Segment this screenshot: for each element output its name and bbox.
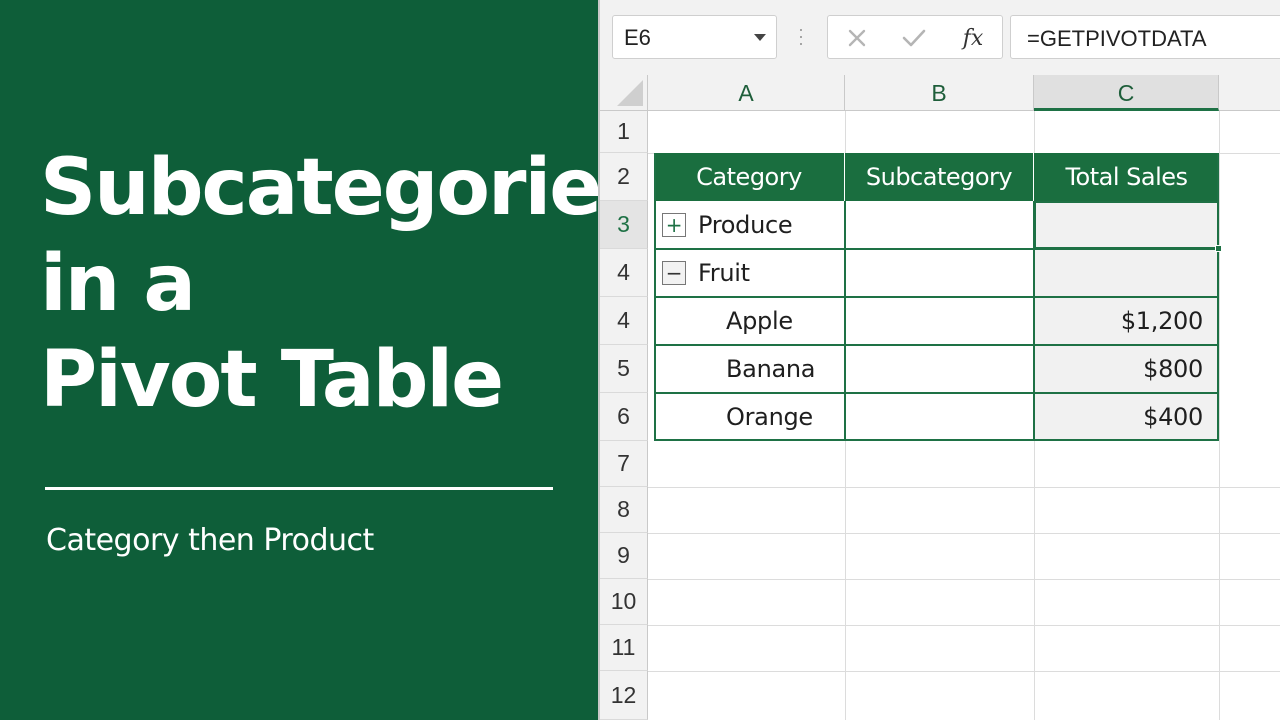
row-header[interactable]: 8 [600,487,648,533]
pivot-subcategory-cell[interactable] [845,297,1034,345]
more-vertical-icon: · · · [798,19,804,53]
column-header-c[interactable]: C [1034,75,1219,111]
headline-line-3: Pivot Table [40,335,504,425]
pivot-row-label[interactable]: Apple [654,297,845,345]
name-box[interactable]: E6 [612,15,777,59]
check-icon[interactable] [889,16,939,60]
row-header[interactable]: 12 [600,671,648,720]
pivot-border [654,296,1219,298]
pivot-border [654,344,1219,346]
column-header-a[interactable]: A [648,75,845,111]
pivot-total-cell[interactable] [1034,249,1219,297]
row-header[interactable]: 1 [600,111,648,153]
fill-handle[interactable] [1215,245,1222,252]
row-header[interactable]: 2 [600,153,648,201]
pivot-header-total-sales[interactable]: Total Sales [1034,153,1219,201]
row-header[interactable]: 7 [600,441,648,487]
row-header[interactable]: 6 [600,393,648,441]
pivot-row-label[interactable]: Banana [654,345,845,393]
pivot-row-label[interactable]: + Produce [654,201,845,249]
gridline [648,533,1280,534]
pivot-row-label-text: Fruit [698,259,750,287]
gridline [648,671,1280,672]
fx-icon[interactable]: fx [948,16,998,60]
select-all-corner[interactable] [600,75,648,111]
pivot-total-cell[interactable]: $400 [1034,393,1219,441]
pivot-border [654,439,1219,441]
pivot-border [844,201,846,441]
column-header-d[interactable] [1219,75,1280,111]
row-header[interactable]: 9 [600,533,648,579]
headline-line-2: in a [40,239,196,329]
gridline [648,579,1280,580]
title-panel: Subcategories in a Pivot Table Category … [0,0,647,720]
worksheet-grid[interactable]: A B C 1 2 3 4 4 5 6 7 8 9 10 11 12 Categ… [600,75,1280,720]
active-cell-selection[interactable] [1034,201,1222,252]
close-icon[interactable] [832,16,882,60]
gridline [648,625,1280,626]
row-header-active[interactable]: 3 [600,201,648,249]
spreadsheet: E6 · · · fx =GETPIVOTDATA A B C 1 2 3 4 4 … [598,0,1280,720]
collapse-icon[interactable]: − [662,261,686,285]
pivot-row-label-text: Produce [698,211,793,239]
expand-icon[interactable]: + [662,213,686,237]
gridline [648,487,1280,488]
pivot-total-cell[interactable]: $800 [1034,345,1219,393]
pivot-subcategory-cell[interactable] [845,393,1034,441]
gridline [1219,111,1220,720]
row-header[interactable]: 11 [600,625,648,671]
pivot-subcategory-cell[interactable] [845,249,1034,297]
pivot-subcategory-cell[interactable] [845,345,1034,393]
headline: Subcategories in a Pivot Table [40,140,647,428]
column-header-b[interactable]: B [845,75,1034,111]
formula-bar: E6 · · · fx =GETPIVOTDATA [600,0,1280,75]
pivot-row-label[interactable]: Orange [654,393,845,441]
pivot-total-cell[interactable]: $1,200 [1034,297,1219,345]
pivot-subcategory-cell[interactable] [845,201,1034,249]
pivot-border [654,392,1219,394]
row-header[interactable]: 4 [600,297,648,345]
pivot-row-label[interactable]: − Fruit [654,249,845,297]
headline-line-1: Subcategories [40,143,647,233]
row-header[interactable]: 4 [600,249,648,297]
pivot-header-subcategory[interactable]: Subcategory [845,153,1034,201]
formula-buttons: fx [827,15,1003,59]
select-all-triangle-icon [617,80,643,106]
subtitle: Category then Product [46,523,374,558]
formula-input[interactable]: =GETPIVOTDATA [1010,15,1280,59]
row-header[interactable]: 5 [600,345,648,393]
pivot-header-category[interactable]: Category [654,153,845,201]
row-header[interactable]: 10 [600,579,648,625]
name-box-value: E6 [624,25,651,50]
chevron-down-icon[interactable] [754,34,766,41]
divider [45,487,553,490]
